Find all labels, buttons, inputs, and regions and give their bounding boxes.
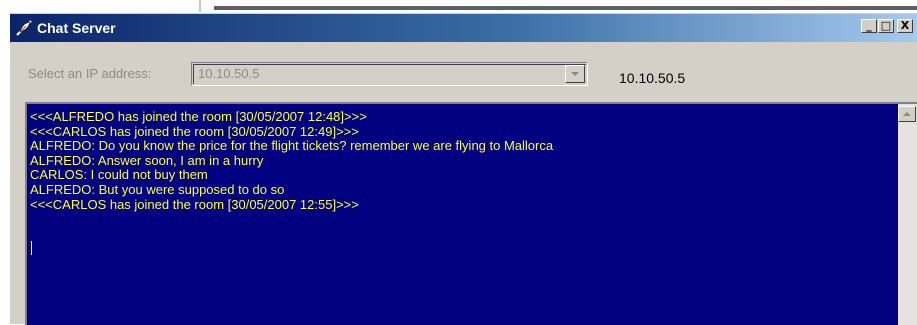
- chat-line: ALFREDO: Do you know the price for the f…: [30, 138, 554, 154]
- background-window-edge: [214, 6, 917, 10]
- window-title: Chat Server: [37, 20, 116, 36]
- dropdown-arrow-button[interactable]: [565, 65, 585, 83]
- minimize-button[interactable]: _: [861, 19, 877, 33]
- chat-log-textarea[interactable]: <<<ALFREDO has joined the room [30/05/20…: [25, 102, 917, 325]
- chat-server-window: Chat Server _ □ X Select an IP address: …: [9, 12, 917, 325]
- ip-address-label: Select an IP address:: [28, 66, 152, 81]
- title-bar[interactable]: Chat Server _ □ X: [10, 14, 917, 42]
- text-caret: [31, 241, 32, 255]
- chat-line: <<<CARLOS has joined the room [30/05/200…: [30, 196, 359, 212]
- chat-line: <<<ALFREDO has joined the room [30/05/20…: [30, 109, 367, 124]
- ip-address-select[interactable]: 10.10.50.5: [191, 62, 588, 86]
- chat-line: CARLOS: I could not buy them: [30, 167, 208, 183]
- close-button[interactable]: X: [897, 19, 913, 33]
- chat-lines: <<<ALFREDO has joined the room [30/05/20…: [30, 109, 875, 212]
- app-feather-icon: [16, 20, 32, 36]
- chat-line: ALFREDO: But you were supposed to do so: [30, 181, 285, 197]
- current-ip-display: 10.10.50.5: [619, 70, 686, 86]
- background-divider: [199, 0, 201, 12]
- chat-line: ALFREDO: Answer soon, I am in a hurry: [30, 152, 264, 168]
- chat-line: <<<CARLOS has joined the room [30/05/200…: [30, 123, 359, 139]
- scroll-up-button[interactable]: [898, 106, 916, 122]
- maximize-button[interactable]: □: [878, 19, 894, 33]
- vertical-scrollbar[interactable]: [898, 104, 917, 325]
- ip-select-value: 10.10.50.5: [198, 66, 260, 81]
